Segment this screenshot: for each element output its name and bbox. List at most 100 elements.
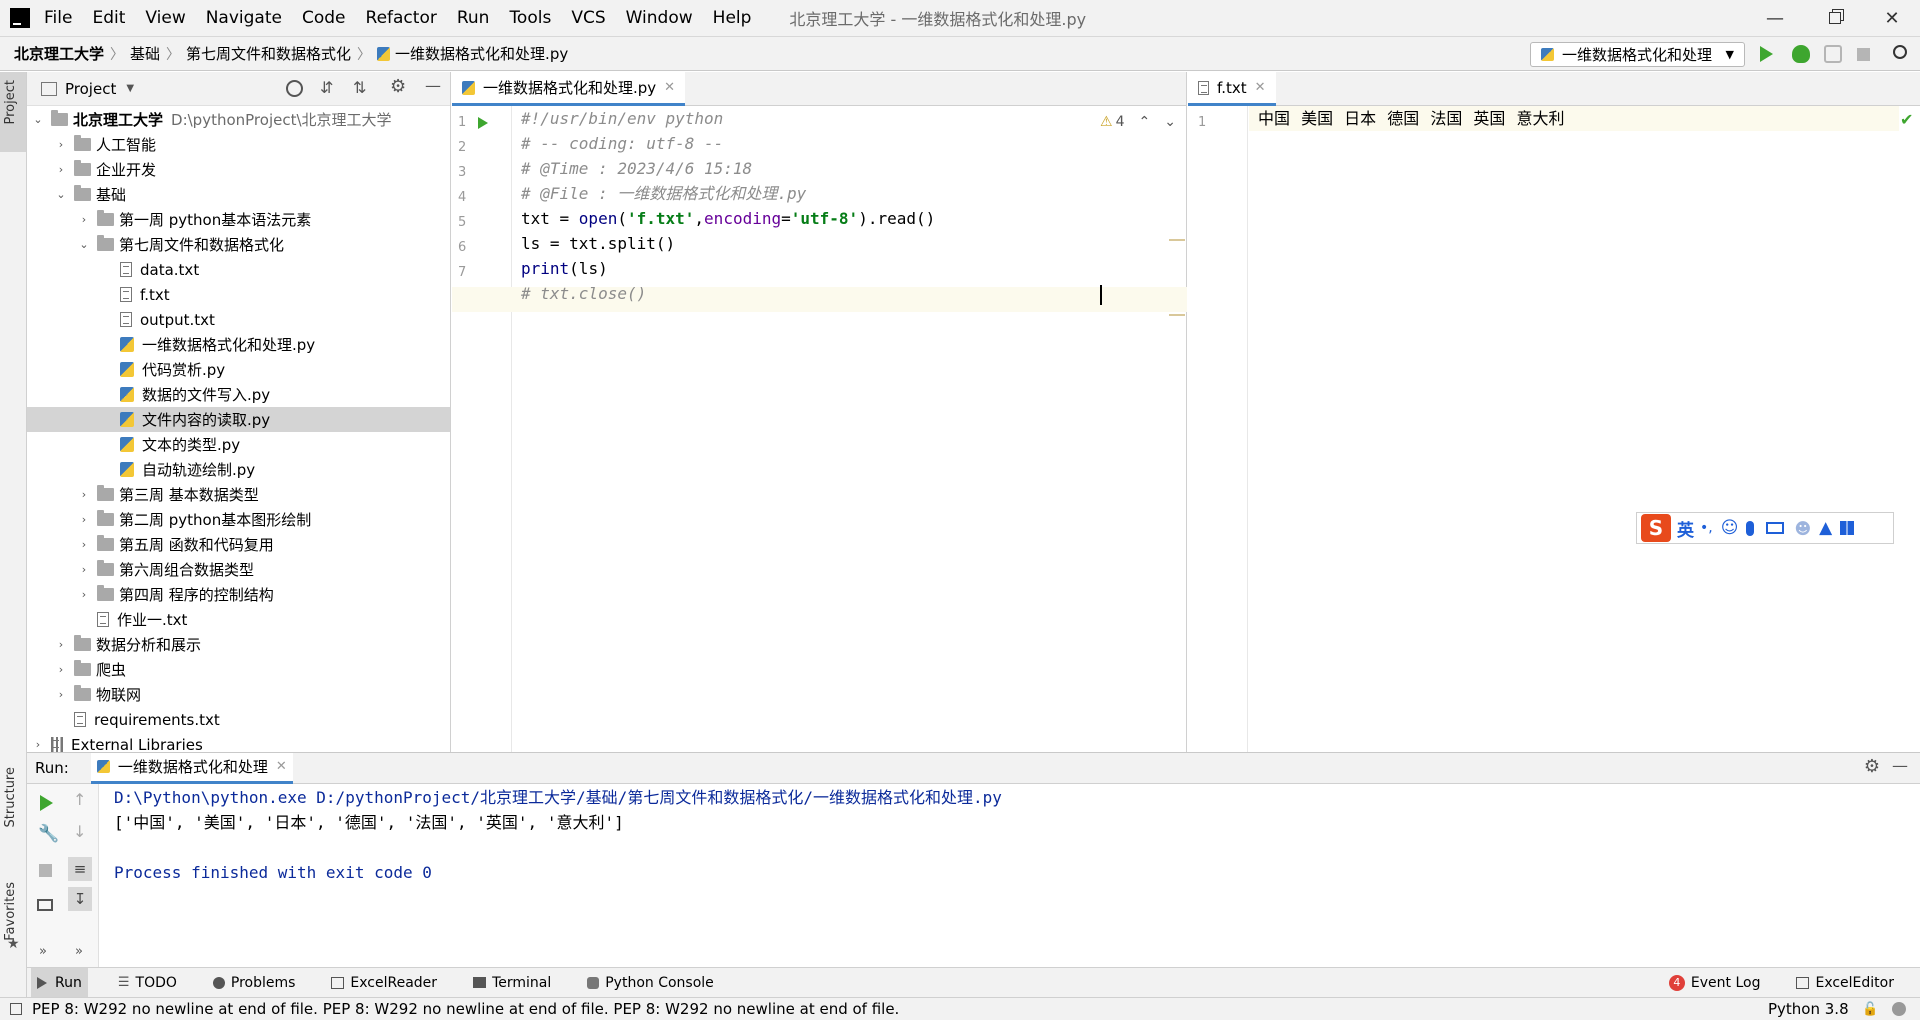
close-tab-icon[interactable]: ✕ <box>664 80 675 95</box>
soft-wrap-icon[interactable]: ≡ <box>68 857 92 881</box>
keyboard-icon[interactable] <box>1766 522 1785 534</box>
warning-stripe-marker[interactable] <box>1169 239 1185 241</box>
chevron-right-icon[interactable]: › <box>54 663 68 676</box>
gear-icon[interactable]: ⚙ <box>1864 756 1880 777</box>
menu-file[interactable]: File <box>44 8 72 28</box>
split-tab-active[interactable]: f.txt ✕ <box>1188 72 1276 106</box>
hide-panel-icon[interactable]: — <box>425 76 441 95</box>
menu-code[interactable]: Code <box>302 8 346 28</box>
tree-item[interactable]: › 爬虫 <box>27 657 450 682</box>
interpreter-status[interactable]: Python 3.8 <box>1768 1000 1849 1018</box>
chevron-right-icon[interactable]: › <box>77 488 91 501</box>
locate-file-icon[interactable] <box>286 80 303 97</box>
tree-item[interactable]: › External Libraries <box>27 732 450 752</box>
breadcrumb-file[interactable]: 一维数据格式化和处理.py <box>395 43 568 64</box>
code-line-4[interactable]: # @File : 一维数据格式化和处理.py <box>521 181 806 206</box>
file-content-line[interactable]: 中国 美国 日本 德国 法国 英国 意大利 <box>1258 106 1565 131</box>
tree-item[interactable]: › 第二周 python基本图形绘制 <box>27 507 450 532</box>
toggle-tool-windows-icon[interactable] <box>10 1003 22 1015</box>
run-icon[interactable] <box>1760 46 1773 62</box>
close-tab-icon[interactable]: ✕ <box>1255 80 1266 95</box>
python-console-tool-button[interactable]: Python Console <box>581 968 720 998</box>
tree-item[interactable]: ⌄ 第七周文件和数据格式化 <box>27 232 450 257</box>
status-message[interactable]: PEP 8: W292 no newline at end of file. P… <box>32 1000 899 1018</box>
tree-item[interactable]: output.txt <box>27 307 450 332</box>
tree-item[interactable]: › 人工智能 <box>27 132 450 157</box>
debug-icon[interactable] <box>1792 45 1810 63</box>
chevron-right-icon[interactable]: › <box>54 688 68 701</box>
tree-item[interactable]: 代码赏析.py <box>27 357 450 382</box>
run-gutter-icon[interactable] <box>478 117 488 129</box>
tree-item[interactable]: 文本的类型.py <box>27 432 450 457</box>
editor-tab-active[interactable]: 一维数据格式化和处理.py ✕ <box>452 72 686 106</box>
code-line-3[interactable]: # @Time : 2023/4/6 15:18 <box>521 156 752 181</box>
tree-item[interactable]: › 第五周 函数和代码复用 <box>27 532 450 557</box>
tree-item[interactable]: › 第一周 python基本语法元素 <box>27 207 450 232</box>
code-line-2[interactable]: # -- coding: utf-8 -- <box>521 131 723 156</box>
run-configuration-select[interactable]: 一维数据格式化和处理 ▼ <box>1530 42 1745 67</box>
menu-edit[interactable]: Edit <box>92 8 125 28</box>
arrow-down-icon[interactable]: ↓ <box>73 822 86 841</box>
run-tab[interactable]: 一维数据格式化和处理 ✕ <box>90 752 293 784</box>
wrench-icon[interactable]: 🔧 <box>38 824 59 844</box>
terminal-tool-button[interactable]: Terminal <box>467 968 557 998</box>
user-avatar-icon[interactable] <box>1892 1002 1906 1016</box>
close-window-button[interactable]: ✕ <box>1862 0 1920 36</box>
ime-language[interactable]: 英 <box>1677 516 1694 541</box>
chevron-down-icon[interactable]: ⌄ <box>1164 114 1176 130</box>
chevron-right-icon[interactable]: › <box>31 738 45 751</box>
tree-item[interactable]: 文件内容的读取.py <box>27 407 450 432</box>
tree-item[interactable]: 数据的文件写入.py <box>27 382 450 407</box>
code-line-5[interactable]: txt = open('f.txt',encoding='utf-8').rea… <box>521 206 935 231</box>
arrow-up-icon[interactable]: ↑ <box>73 790 86 809</box>
tree-item[interactable]: 作业一.txt <box>27 607 450 632</box>
menu-view[interactable]: View <box>145 8 185 28</box>
menu-vcs[interactable]: VCS <box>571 8 605 28</box>
ime-punctuation[interactable]: •, <box>1700 520 1713 536</box>
tree-item[interactable]: › 物联网 <box>27 682 450 707</box>
skin-shirt-icon[interactable]: ▲ <box>1819 518 1832 538</box>
tree-item[interactable]: ⌄ 基础 <box>27 182 450 207</box>
code-line-8[interactable]: # txt.close() <box>521 281 646 306</box>
hide-panel-icon[interactable]: — <box>1892 756 1908 775</box>
breadcrumb-folder-week7[interactable]: 第七周文件和数据格式化 <box>186 43 351 64</box>
chevron-down-icon[interactable]: ⌄ <box>31 113 45 126</box>
lock-icon[interactable]: 🔓 <box>1862 1002 1878 1017</box>
user-icon[interactable]: ☻ <box>1794 519 1811 538</box>
menu-navigate[interactable]: Navigate <box>206 8 282 28</box>
tree-item[interactable]: f.txt <box>27 282 450 307</box>
exceleditor-tool-button[interactable]: ExcelEditor <box>1790 968 1900 998</box>
tree-item[interactable]: requirements.txt <box>27 707 450 732</box>
tree-item[interactable]: 一维数据格式化和处理.py <box>27 332 450 357</box>
menu-tools[interactable]: Tools <box>509 8 551 28</box>
more-icon[interactable]: » <box>39 944 47 959</box>
code-line-6[interactable]: ls = txt.split() <box>521 231 675 256</box>
chevron-right-icon[interactable]: › <box>77 538 91 551</box>
ime-toolbar[interactable]: S 英 •, ☺ ☻ ▲ <box>1636 512 1894 544</box>
tree-item[interactable]: › 数据分析和展示 <box>27 632 450 657</box>
favorites-tool-tab[interactable]: Favorites <box>3 882 18 941</box>
rerun-icon[interactable] <box>40 795 53 811</box>
chevron-down-icon[interactable]: ⌄ <box>77 238 91 251</box>
expand-all-icon[interactable]: ⇵ <box>320 78 333 97</box>
run-tool-button[interactable]: Run <box>31 967 88 998</box>
project-tool-tab[interactable]: Project <box>3 80 18 124</box>
stop-icon[interactable] <box>1857 48 1870 61</box>
tree-item[interactable]: 自动轨迹绘制.py <box>27 457 450 482</box>
chevron-down-icon[interactable]: ▼ <box>126 83 134 94</box>
collapse-all-icon[interactable]: ⇅ <box>353 78 366 97</box>
menu-window[interactable]: Window <box>626 8 693 28</box>
chevron-right-icon[interactable]: › <box>54 638 68 651</box>
code-line-1[interactable]: #!/usr/bin/env python <box>521 106 723 131</box>
chevron-right-icon[interactable]: › <box>77 513 91 526</box>
tree-item[interactable]: › 企业开发 <box>27 157 450 182</box>
stop-icon[interactable] <box>39 864 52 877</box>
chevron-right-icon[interactable]: › <box>77 213 91 226</box>
chevron-right-icon[interactable]: › <box>54 138 68 151</box>
microphone-icon[interactable] <box>1746 520 1755 536</box>
toolbox-grid-icon[interactable] <box>1840 521 1855 535</box>
chevron-right-icon[interactable]: › <box>77 588 91 601</box>
gear-icon[interactable]: ⚙ <box>390 76 406 97</box>
tree-item[interactable]: data.txt <box>27 257 450 282</box>
todo-tool-button[interactable]: ☰ TODO <box>112 968 183 998</box>
